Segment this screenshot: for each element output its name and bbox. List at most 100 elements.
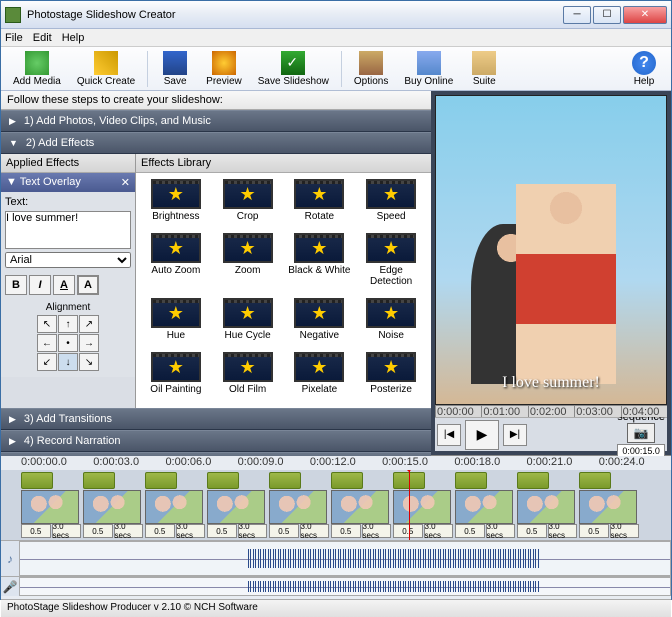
- waveform[interactable]: [19, 541, 671, 576]
- align-tl[interactable]: ↖: [37, 315, 57, 333]
- clip[interactable]: 0.53.0 secs: [83, 472, 143, 538]
- effect-item[interactable]: Brightness: [142, 179, 210, 229]
- transition-handle[interactable]: [517, 472, 549, 489]
- effect-item[interactable]: Pixelate: [286, 352, 354, 402]
- step-3[interactable]: ▶3) Add Transitions: [1, 408, 431, 430]
- save-button[interactable]: Save: [154, 49, 196, 89]
- transition-handle[interactable]: [145, 472, 177, 489]
- effect-item[interactable]: Auto Zoom: [142, 233, 210, 294]
- fade-duration[interactable]: 0.5: [331, 524, 361, 538]
- align-ml[interactable]: ←: [37, 334, 57, 352]
- font-select[interactable]: Arial: [5, 252, 131, 268]
- effect-item[interactable]: Oil Painting: [142, 352, 210, 402]
- prev-button[interactable]: |◀: [437, 424, 461, 446]
- preview-ruler[interactable]: 0:00:000:01:000:02:000:03:000:04:00: [435, 405, 667, 417]
- fade-duration[interactable]: 0.5: [21, 524, 51, 538]
- add-media-button[interactable]: Add Media: [7, 49, 67, 89]
- effect-item[interactable]: Negative: [286, 298, 354, 348]
- menu-help[interactable]: Help: [62, 32, 85, 44]
- close-button[interactable]: ✕: [623, 6, 667, 24]
- text-overlay-input[interactable]: [5, 211, 131, 249]
- buy-online-button[interactable]: Buy Online: [398, 49, 459, 89]
- effect-item[interactable]: Crop: [214, 179, 282, 229]
- narration-track[interactable]: 🎤: [1, 576, 671, 596]
- clip-duration[interactable]: 3.0 secs: [300, 524, 330, 538]
- effect-item[interactable]: Edge Detection: [357, 233, 425, 294]
- clip[interactable]: 0.53.0 secs: [207, 472, 267, 538]
- timeline-ruler[interactable]: 0:00:00.00:00:03.00:00:06.00:00:09.00:00…: [1, 456, 671, 470]
- quick-create-button[interactable]: Quick Create: [71, 49, 141, 89]
- step-4[interactable]: ▶4) Record Narration: [1, 430, 431, 452]
- clip-duration[interactable]: 3.0 secs: [610, 524, 640, 538]
- clip-duration[interactable]: 3.0 secs: [238, 524, 268, 538]
- align-bl[interactable]: ↙: [37, 353, 57, 371]
- clip-duration[interactable]: 3.0 secs: [176, 524, 206, 538]
- transition-handle[interactable]: [83, 472, 115, 489]
- fade-duration[interactable]: 0.5: [269, 524, 299, 538]
- fade-duration[interactable]: 0.5: [393, 524, 423, 538]
- effect-item[interactable]: Speed: [357, 179, 425, 229]
- fade-duration[interactable]: 0.5: [207, 524, 237, 538]
- align-mr[interactable]: →: [79, 334, 99, 352]
- suite-button[interactable]: Suite: [463, 49, 505, 89]
- clip[interactable]: 0.53.0 secs: [145, 472, 205, 538]
- preview-button[interactable]: Preview: [200, 49, 248, 89]
- italic-button[interactable]: I: [29, 275, 51, 295]
- clip-duration[interactable]: 3.0 secs: [362, 524, 392, 538]
- effect-item[interactable]: Hue: [142, 298, 210, 348]
- menu-edit[interactable]: Edit: [33, 32, 52, 44]
- bold-button[interactable]: B: [5, 275, 27, 295]
- snapshot-button[interactable]: 📷: [627, 423, 655, 443]
- narration-waveform[interactable]: [19, 577, 671, 596]
- align-mc[interactable]: •: [58, 334, 78, 352]
- effect-item[interactable]: Rotate: [286, 179, 354, 229]
- align-br[interactable]: ↘: [79, 353, 99, 371]
- transition-handle[interactable]: [331, 472, 363, 489]
- minimize-button[interactable]: ─: [563, 6, 591, 24]
- next-button[interactable]: ▶|: [503, 424, 527, 446]
- clips-track[interactable]: 0.53.0 secs0.53.0 secs0.53.0 secs0.53.0 …: [1, 470, 671, 540]
- clip[interactable]: 0.53.0 secs: [517, 472, 577, 538]
- step-1[interactable]: ▶1) Add Photos, Video Clips, and Music: [1, 110, 431, 132]
- align-tc[interactable]: ↑: [58, 315, 78, 333]
- clip-duration[interactable]: 3.0 secs: [486, 524, 516, 538]
- clip[interactable]: 0.53.0 secs: [21, 472, 81, 538]
- playhead[interactable]: [409, 470, 410, 540]
- transition-handle[interactable]: [207, 472, 239, 489]
- play-button[interactable]: ▶: [465, 420, 499, 450]
- clip-duration[interactable]: 3.0 secs: [424, 524, 454, 538]
- fade-duration[interactable]: 0.5: [83, 524, 113, 538]
- fade-duration[interactable]: 0.5: [517, 524, 547, 538]
- maximize-button[interactable]: ☐: [593, 6, 621, 24]
- help-button[interactable]: ?Help: [623, 49, 665, 89]
- audio-track[interactable]: ♪: [1, 540, 671, 576]
- effect-item[interactable]: Old Film: [214, 352, 282, 402]
- clip[interactable]: 0.53.0 secs: [455, 472, 515, 538]
- transition-handle[interactable]: [455, 472, 487, 489]
- align-bc[interactable]: ↓: [58, 353, 78, 371]
- effect-item[interactable]: Noise: [357, 298, 425, 348]
- clip[interactable]: 0.53.0 secs: [331, 472, 391, 538]
- clip[interactable]: 0.53.0 secs: [269, 472, 329, 538]
- save-slideshow-button[interactable]: Save Slideshow: [252, 49, 335, 89]
- underline-button[interactable]: A: [53, 275, 75, 295]
- transition-handle[interactable]: [21, 472, 53, 489]
- clip[interactable]: 0.53.0 secs: [393, 472, 453, 538]
- fade-duration[interactable]: 0.5: [455, 524, 485, 538]
- clip-duration[interactable]: 3.0 secs: [548, 524, 578, 538]
- align-tr[interactable]: ↗: [79, 315, 99, 333]
- text-overlay-item[interactable]: ▼ Text Overlay✕: [1, 173, 135, 192]
- fade-duration[interactable]: 0.5: [145, 524, 175, 538]
- effect-item[interactable]: Posterize: [357, 352, 425, 402]
- clip-duration[interactable]: 3.0 secs: [52, 524, 82, 538]
- effect-item[interactable]: Zoom: [214, 233, 282, 294]
- effect-item[interactable]: Black & White: [286, 233, 354, 294]
- step-2[interactable]: ▼2) Add Effects: [1, 132, 431, 154]
- close-icon[interactable]: ✕: [121, 176, 130, 189]
- clip-duration[interactable]: 3.0 secs: [114, 524, 144, 538]
- options-button[interactable]: Options: [348, 49, 394, 89]
- transition-handle[interactable]: [269, 472, 301, 489]
- box-button[interactable]: A: [77, 275, 99, 295]
- effect-item[interactable]: Hue Cycle: [214, 298, 282, 348]
- fade-duration[interactable]: 0.5: [579, 524, 609, 538]
